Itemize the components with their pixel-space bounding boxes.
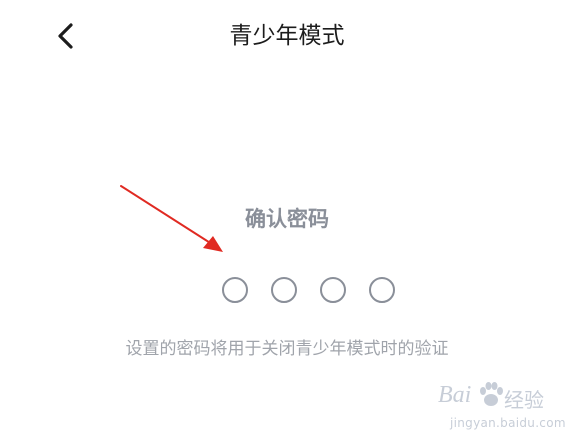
pin-digit-2	[271, 277, 297, 303]
watermark-brand: Bai	[438, 382, 472, 408]
top-bar: 青少年模式	[0, 0, 574, 74]
paw-icon	[480, 382, 503, 406]
pin-digit-4	[369, 277, 395, 303]
pin-input[interactable]	[222, 277, 398, 305]
pin-digit-3	[320, 277, 346, 303]
watermark-suffix: 经验	[504, 388, 544, 412]
page-title: 青少年模式	[229, 23, 345, 49]
confirm-password-title: 确认密码	[245, 207, 329, 231]
pin-digit-1	[222, 277, 248, 303]
watermark-url: jingyan.baidu.com	[450, 416, 566, 430]
baidu-jingyan-watermark: Bai 经验 jingyan.baidu.com	[438, 376, 574, 438]
password-hint: 设置的密码将用于关闭青少年模式时的验证	[125, 339, 449, 359]
